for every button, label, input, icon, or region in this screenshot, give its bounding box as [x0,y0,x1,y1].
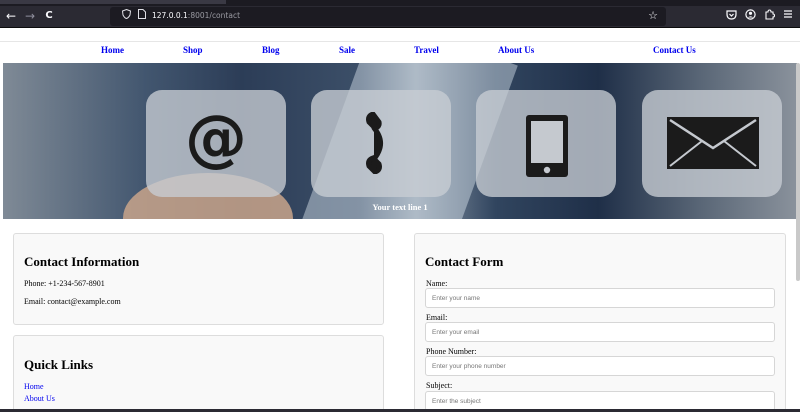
browser-toolbar: ← → C 127.0.0.1:8001/contact ☆ [0,6,800,27]
nav-home[interactable]: Home [101,45,124,55]
phone-icon [363,111,399,179]
contact-form-card: Contact Form Name: Email: Phone Number: … [414,233,786,412]
quick-link-home[interactable]: Home [24,382,44,391]
back-icon[interactable]: ← [3,8,19,24]
shield-icon[interactable] [121,8,132,22]
menu-icon[interactable] [783,9,793,23]
at-sign-tile: @ [146,90,286,197]
extensions-icon[interactable] [764,9,776,24]
phone-number-input[interactable] [425,356,775,376]
mobile-tile [476,90,616,197]
mobile-device-icon [524,114,570,183]
page-icon [138,9,146,22]
hero-caption: Your text line 1 [372,202,428,212]
phone-number-label: Phone Number: [426,347,477,356]
bookmark-star-icon[interactable]: ☆ [648,9,658,22]
contact-phone: Phone: +1-234-567-8901 [24,279,105,288]
reload-icon[interactable]: C [41,8,57,24]
url-bar[interactable]: 127.0.0.1:8001/contact ☆ [110,7,666,26]
nav-shop[interactable]: Shop [183,45,203,55]
nav-blog[interactable]: Blog [262,45,280,55]
contact-info-title: Contact Information [24,254,140,269]
account-icon[interactable] [745,9,756,24]
subject-label: Subject: [426,381,453,390]
page-scrollbar[interactable] [796,63,800,281]
pocket-icon[interactable] [726,9,737,24]
nav-travel[interactable]: Travel [414,45,439,55]
quick-links-card: Quick Links Home About Us [13,335,384,412]
forward-icon[interactable]: → [22,8,38,24]
subject-input[interactable] [425,391,775,411]
active-tab[interactable] [0,0,226,4]
toolbar-divider [0,27,800,28]
email-label: Email: [426,313,448,322]
contact-form-title: Contact Form [425,254,504,269]
main-nav: Home Shop Blog Sale Travel About Us Cont… [0,43,800,61]
email-input[interactable] [425,322,775,342]
url-text[interactable]: 127.0.0.1:8001/contact [152,11,240,20]
page-divider [0,41,800,42]
hero-banner: @ Your text line 1 [3,63,797,219]
contact-email: Email: contact@example.com [24,297,121,306]
envelope-tile [642,90,782,197]
nav-contact-us[interactable]: Contact Us [653,45,696,55]
name-input[interactable] [425,288,775,308]
quick-link-about-us[interactable]: About Us [24,394,55,403]
envelope-icon [666,116,760,175]
nav-about-us[interactable]: About Us [498,45,534,55]
quick-links-title: Quick Links [24,357,94,372]
url-host: 127.0.0.1 [152,11,188,20]
at-sign-icon: @ [185,101,247,174]
contact-info-card: Contact Information Phone: +1-234-567-89… [13,233,384,325]
url-path: :8001/contact [187,11,241,20]
name-label: Name: [426,279,448,288]
phone-tile [311,90,451,197]
nav-sale[interactable]: Sale [339,45,355,55]
